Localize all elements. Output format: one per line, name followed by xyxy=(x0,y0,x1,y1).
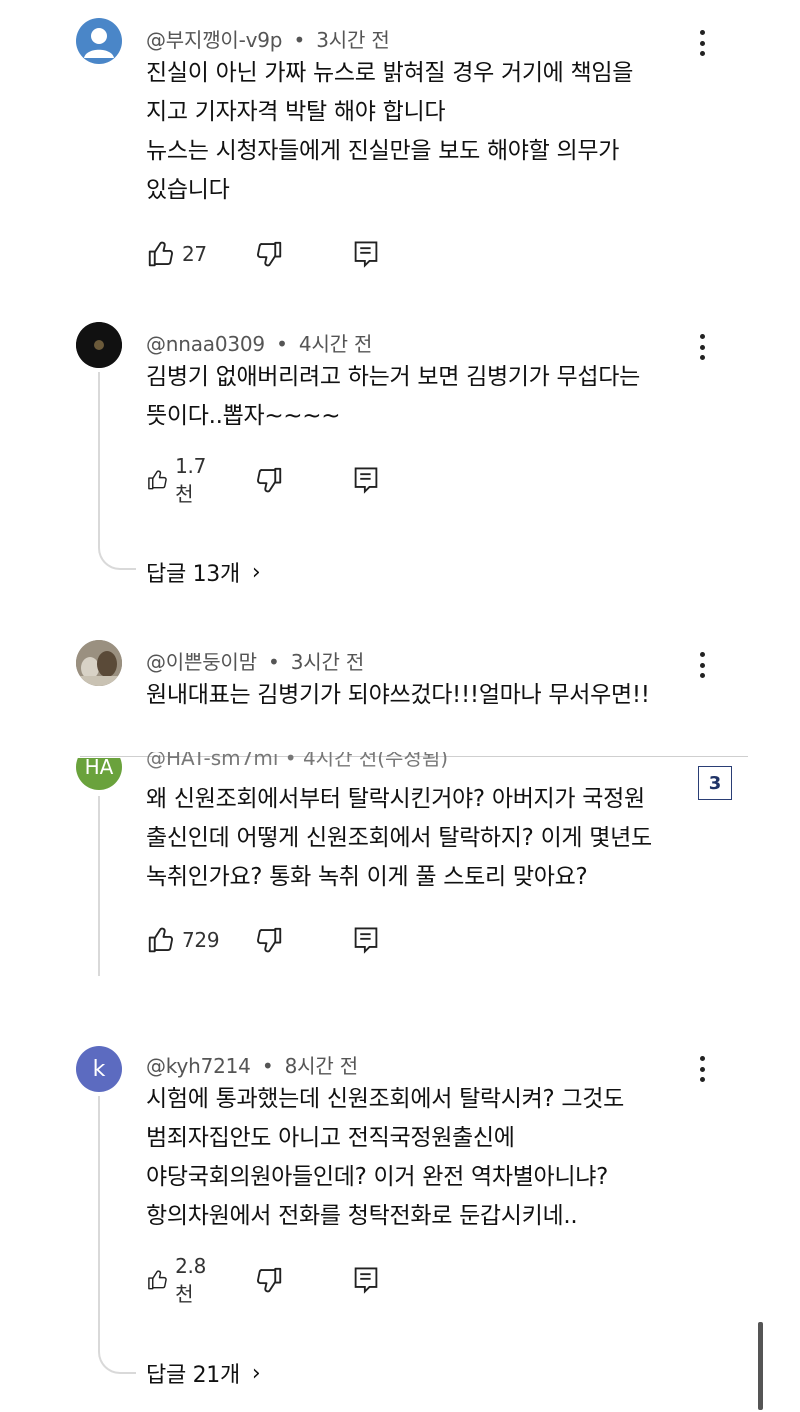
separator-dot: • xyxy=(267,650,280,674)
thread-line xyxy=(98,1096,136,1374)
separator-dot: • xyxy=(261,1054,274,1078)
thumbs-down-icon xyxy=(257,467,282,493)
like-count: 27 xyxy=(182,242,207,266)
avatar-image xyxy=(76,322,122,368)
comment-meta-cut: @HAT-sm7mi • 4시간 전(수정됨) xyxy=(146,752,448,772)
like-count: 2.8천 xyxy=(175,1253,207,1306)
comment-text: 시험에 통과했는데 신원조회에서 탈락시켜? 그것도 범죄자집안도 아니고 전직… xyxy=(146,1080,686,1236)
comment-time: 3시간 전 xyxy=(290,650,365,674)
comment-line: 진실이 아닌 가짜 뉴스로 밝혀질 경우 거기에 책임을 xyxy=(146,60,634,86)
avatar[interactable] xyxy=(76,322,122,368)
reply-comment-icon xyxy=(354,927,378,954)
comment-meta: @이쁜둥이맘 • 3시간 전 xyxy=(146,646,364,675)
comment-meta-text: @HAT-sm7mi • 4시간 전(수정됨) xyxy=(146,752,449,770)
reply-button[interactable] xyxy=(352,1264,380,1296)
comment-meta: @nnaa0309 • 4시간 전 xyxy=(146,328,372,357)
replies-label: 답글 21개 xyxy=(146,1363,240,1388)
dislike-button[interactable] xyxy=(254,1264,284,1296)
reply-button[interactable] xyxy=(352,238,380,270)
like-count: 1.7천 xyxy=(175,453,207,506)
more-options-button[interactable] xyxy=(690,648,714,682)
comment-author[interactable]: @이쁜둥이맘 xyxy=(146,650,257,674)
dislike-button[interactable] xyxy=(254,924,284,956)
dislike-button[interactable] xyxy=(254,238,284,270)
avatar[interactable] xyxy=(76,18,122,64)
reply-comment-icon xyxy=(354,1267,378,1294)
avatar-image xyxy=(76,640,122,686)
person-icon xyxy=(84,28,114,58)
like-button[interactable]: 1.7천 xyxy=(146,454,213,506)
comment-author[interactable]: @nnaa0309 xyxy=(146,332,265,356)
avatar[interactable] xyxy=(76,640,122,686)
more-options-button[interactable] xyxy=(690,26,714,60)
thumbs-up-icon xyxy=(148,927,173,953)
comment-meta: @부지깽이-v9p • 3시간 전 xyxy=(146,24,390,53)
comment-line: 왜 신원조회에서부터 탈락시킨거야? 아버지가 국정원 xyxy=(146,786,645,812)
separator-dot: • xyxy=(276,332,288,356)
replies-label: 답글 13개 xyxy=(146,562,240,587)
thumbs-up-icon xyxy=(148,470,167,490)
comment-author[interactable]: @kyh7214 xyxy=(146,1054,251,1078)
thread-line xyxy=(98,796,100,976)
comment-line: 녹취인가요? 통화 녹취 이게 풀 스토리 맞아요? xyxy=(146,864,588,890)
avatar[interactable]: k xyxy=(76,1046,122,1092)
like-count: 729 xyxy=(182,928,220,952)
comment-line: 야당국회의원아들인데? 이거 완전 역차별아니냐? xyxy=(146,1164,609,1190)
comment-line: 김병기 없애버리려고 하는거 보면 김병기가 무섭다는 xyxy=(146,364,640,390)
chevron-right-icon: › xyxy=(251,559,261,585)
view-replies-button[interactable]: 답글 21개 › xyxy=(146,1357,261,1389)
comment-line: 뜻이다..뽑자~~~~ xyxy=(146,403,341,429)
comment-line: 원내대표는 김병기가 되야쓰겄다!!!얼마나 무서우면!! xyxy=(146,682,650,708)
dislike-button[interactable] xyxy=(254,464,284,496)
thumbs-down-icon xyxy=(257,927,282,953)
image-number-badge: 3 xyxy=(698,766,732,800)
like-button[interactable]: 2.8천 xyxy=(146,1254,213,1306)
like-button[interactable]: 27 xyxy=(146,238,207,270)
comment-time: 4시간 전 xyxy=(298,332,373,356)
view-replies-button[interactable]: 답글 13개 › xyxy=(146,556,261,588)
comments-page: @부지깽이-v9p • 3시간 전 진실이 아닌 가짜 뉴스로 밝혀질 경우 거… xyxy=(0,0,800,1412)
scrollbar[interactable] xyxy=(758,1322,763,1410)
more-options-button[interactable] xyxy=(690,330,714,364)
comment-meta: @kyh7214 • 8시간 전 xyxy=(146,1050,358,1079)
more-options-button[interactable] xyxy=(690,1052,714,1086)
reply-comment-icon xyxy=(354,467,378,494)
comment-line: 있습니다 xyxy=(146,177,230,203)
comment-line: 지고 기자자격 박탈 해야 합니다 xyxy=(146,99,446,125)
comment-line: 시험에 통과했는데 신원조회에서 탈락시켜? 그것도 xyxy=(146,1086,625,1112)
reply-button[interactable] xyxy=(352,924,380,956)
thumbs-up-icon xyxy=(148,241,173,267)
comment-line: 범죄자집안도 아니고 전직국정원출신에 xyxy=(146,1125,515,1151)
thread-line xyxy=(98,372,136,570)
comment-author[interactable]: @부지깽이-v9p xyxy=(146,28,282,52)
thumbs-down-icon xyxy=(257,241,282,267)
comment-text: 진실이 아닌 가짜 뉴스로 밝혀질 경우 거기에 책임을 지고 기자자격 박탈 … xyxy=(146,54,686,210)
avatar-initials: HA xyxy=(76,758,122,790)
separator-dot: • xyxy=(293,28,306,52)
thumbs-down-icon xyxy=(257,1267,282,1293)
comment-time: 8시간 전 xyxy=(284,1054,358,1078)
comment-time: 3시간 전 xyxy=(316,28,390,52)
comment-line: 출신인데 어떻게 신원조회에서 탈락하지? 이게 몇년도 xyxy=(146,825,652,851)
comment-text: 왜 신원조회에서부터 탈락시킨거야? 아버지가 국정원 출신인데 어떻게 신원조… xyxy=(146,780,686,897)
chevron-right-icon: › xyxy=(251,1360,261,1386)
comment-text: 김병기 없애버리려고 하는거 보면 김병기가 무섭다는 뜻이다..뽑자~~~~ xyxy=(146,358,686,436)
comment-line: 뉴스는 시청자들에게 진실만을 보도 해야할 의무가 xyxy=(146,138,620,164)
avatar[interactable]: HA xyxy=(76,758,122,790)
reply-comment-icon xyxy=(354,241,378,268)
avatar-initials: k xyxy=(92,1056,106,1082)
comment-line: 항의차원에서 전화를 청탁전화로 둔갑시키네.. xyxy=(146,1203,578,1229)
reply-button[interactable] xyxy=(352,464,380,496)
thumbs-up-icon xyxy=(148,1270,167,1290)
comment-text: 원내대표는 김병기가 되야쓰겄다!!!얼마나 무서우면!! xyxy=(146,676,686,715)
like-button[interactable]: 729 xyxy=(146,924,220,956)
